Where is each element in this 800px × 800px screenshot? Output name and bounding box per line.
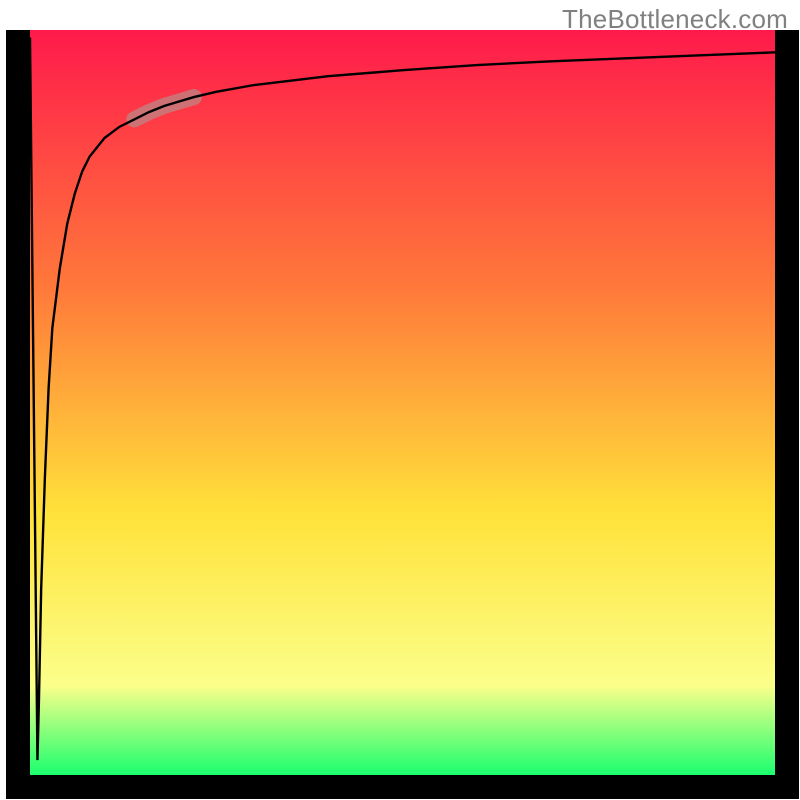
chart-background-gradient bbox=[30, 30, 775, 775]
axes-frame-left bbox=[6, 30, 30, 799]
axes-frame-right bbox=[775, 30, 799, 799]
watermark-text: TheBottleneck.com bbox=[562, 4, 788, 35]
chart-stage: TheBottleneck.com bbox=[0, 0, 800, 800]
chart-svg bbox=[0, 0, 800, 800]
axes-frame-bottom bbox=[6, 775, 799, 799]
